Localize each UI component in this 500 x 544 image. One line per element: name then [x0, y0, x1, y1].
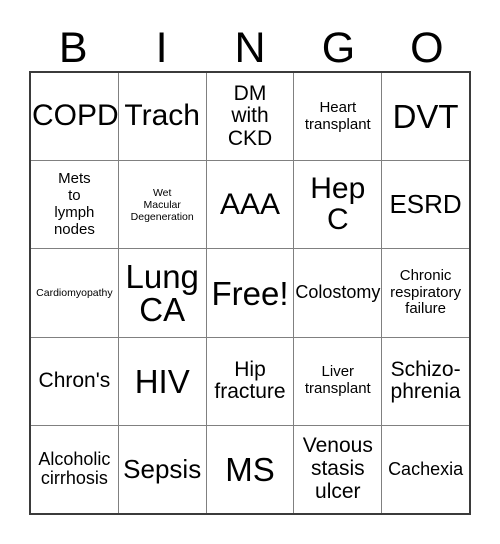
bingo-header-letter: B [58, 24, 88, 72]
bingo-header-letter: N [234, 24, 266, 72]
bingo-cell-label: Alcoholic cirrhosis [38, 448, 111, 489]
bingo-cell-label: Schizo- phrenia [390, 357, 461, 404]
bingo-cell-o3[interactable]: Chronic respiratory failure [382, 249, 469, 336]
bingo-cell-i3[interactable]: Lung CA [119, 249, 207, 337]
bingo-cell-n2[interactable]: AAA [207, 161, 295, 249]
bingo-cell-b3[interactable]: Cardiomyopathy [31, 249, 119, 337]
bingo-cell-label: Hep C [310, 172, 366, 236]
bingo-header-cell-b: B [29, 18, 117, 70]
bingo-header-letter: G [321, 24, 356, 72]
bingo-grid: COPD Trach DM with CKD Heart transplant … [29, 71, 471, 515]
bingo-row: Cardiomyopathy Lung CA Free! Colostomy C… [31, 249, 469, 338]
bingo-cell-label: Cardiomyopathy [36, 286, 113, 299]
bingo-cell-o1[interactable]: DVT [382, 73, 469, 160]
bingo-cell-label: Chronic respiratory failure [390, 266, 462, 318]
bingo-cell-label: Sepsis [123, 453, 202, 484]
bingo-header-cell-n: N [206, 18, 294, 70]
bingo-cell-label: Lung CA [125, 258, 199, 328]
bingo-cell-label: Mets to lymph nodes [53, 170, 95, 238]
bingo-row: Alcoholic cirrhosis Sepsis MS Venous sta… [31, 425, 469, 514]
bingo-header-cell-i: I [117, 18, 205, 70]
bingo-cell-g4[interactable]: Liver transplant [294, 337, 383, 425]
bingo-cell-label: Heart transplant [304, 98, 371, 133]
bingo-cell-b1[interactable]: COPD [31, 73, 119, 161]
bingo-cell-n4[interactable]: Hip fracture [207, 337, 295, 425]
bingo-cell-i5[interactable]: Sepsis [119, 425, 207, 514]
bingo-cell-label: MS [225, 450, 275, 488]
bingo-cell-o5[interactable]: Cachexia [382, 426, 469, 513]
bingo-cell-free-space[interactable]: Free! [207, 249, 295, 337]
bingo-cell-label: Cachexia [388, 458, 464, 479]
bingo-cell-label: Hip fracture [214, 357, 286, 404]
bingo-cell-n5[interactable]: MS [207, 425, 295, 514]
bingo-cell-b2[interactable]: Mets to lymph nodes [31, 161, 119, 249]
bingo-header-cell-g: G [294, 18, 382, 70]
bingo-header-row: B I N G O [29, 18, 471, 70]
bingo-cell-label: AAA [219, 187, 280, 221]
bingo-cell-label: DVT [392, 98, 459, 136]
bingo-free-space-label: Free! [211, 274, 289, 312]
bingo-row: Mets to lymph nodes Wet Macular Degenera… [31, 161, 469, 250]
bingo-cell-label: Venous stasis ulcer [302, 434, 373, 503]
bingo-cell-label: COPD [32, 99, 119, 133]
bingo-header-cell-o: O [383, 18, 471, 70]
bingo-header-letter: O [410, 24, 444, 72]
bingo-cell-label: Chron's [38, 368, 111, 392]
bingo-cell-i1[interactable]: Trach [119, 73, 207, 161]
bingo-cell-g2[interactable]: Hep C [294, 161, 383, 249]
bingo-header-letter: I [155, 24, 168, 72]
bingo-cell-label: HIV [134, 362, 190, 400]
bingo-cell-label: Colostomy [295, 282, 381, 303]
bingo-cell-label: Wet Macular Degeneration [130, 186, 194, 223]
bingo-cell-b4[interactable]: Chron's [31, 337, 119, 425]
bingo-cell-label: Liver transplant [304, 363, 371, 398]
bingo-cell-o2[interactable]: ESRD [382, 161, 469, 248]
bingo-cell-n1[interactable]: DM with CKD [207, 73, 295, 161]
bingo-cell-label: Trach [124, 99, 200, 133]
bingo-row: COPD Trach DM with CKD Heart transplant … [31, 73, 469, 162]
bingo-cell-label: ESRD [389, 189, 462, 220]
bingo-cell-label: DM with CKD [227, 81, 273, 150]
bingo-cell-o4[interactable]: Schizo- phrenia [382, 338, 469, 425]
bingo-cell-i2[interactable]: Wet Macular Degeneration [119, 161, 207, 249]
bingo-card: B I N G O COPD Trach DM with CKD Heart t… [0, 0, 500, 544]
bingo-cell-b5[interactable]: Alcoholic cirrhosis [31, 425, 119, 514]
bingo-row: Chron's HIV Hip fracture Liver transplan… [31, 337, 469, 426]
bingo-cell-g5[interactable]: Venous stasis ulcer [294, 425, 383, 514]
bingo-cell-g3[interactable]: Colostomy [294, 249, 383, 337]
bingo-cell-i4[interactable]: HIV [119, 337, 207, 425]
bingo-cell-g1[interactable]: Heart transplant [294, 73, 383, 161]
